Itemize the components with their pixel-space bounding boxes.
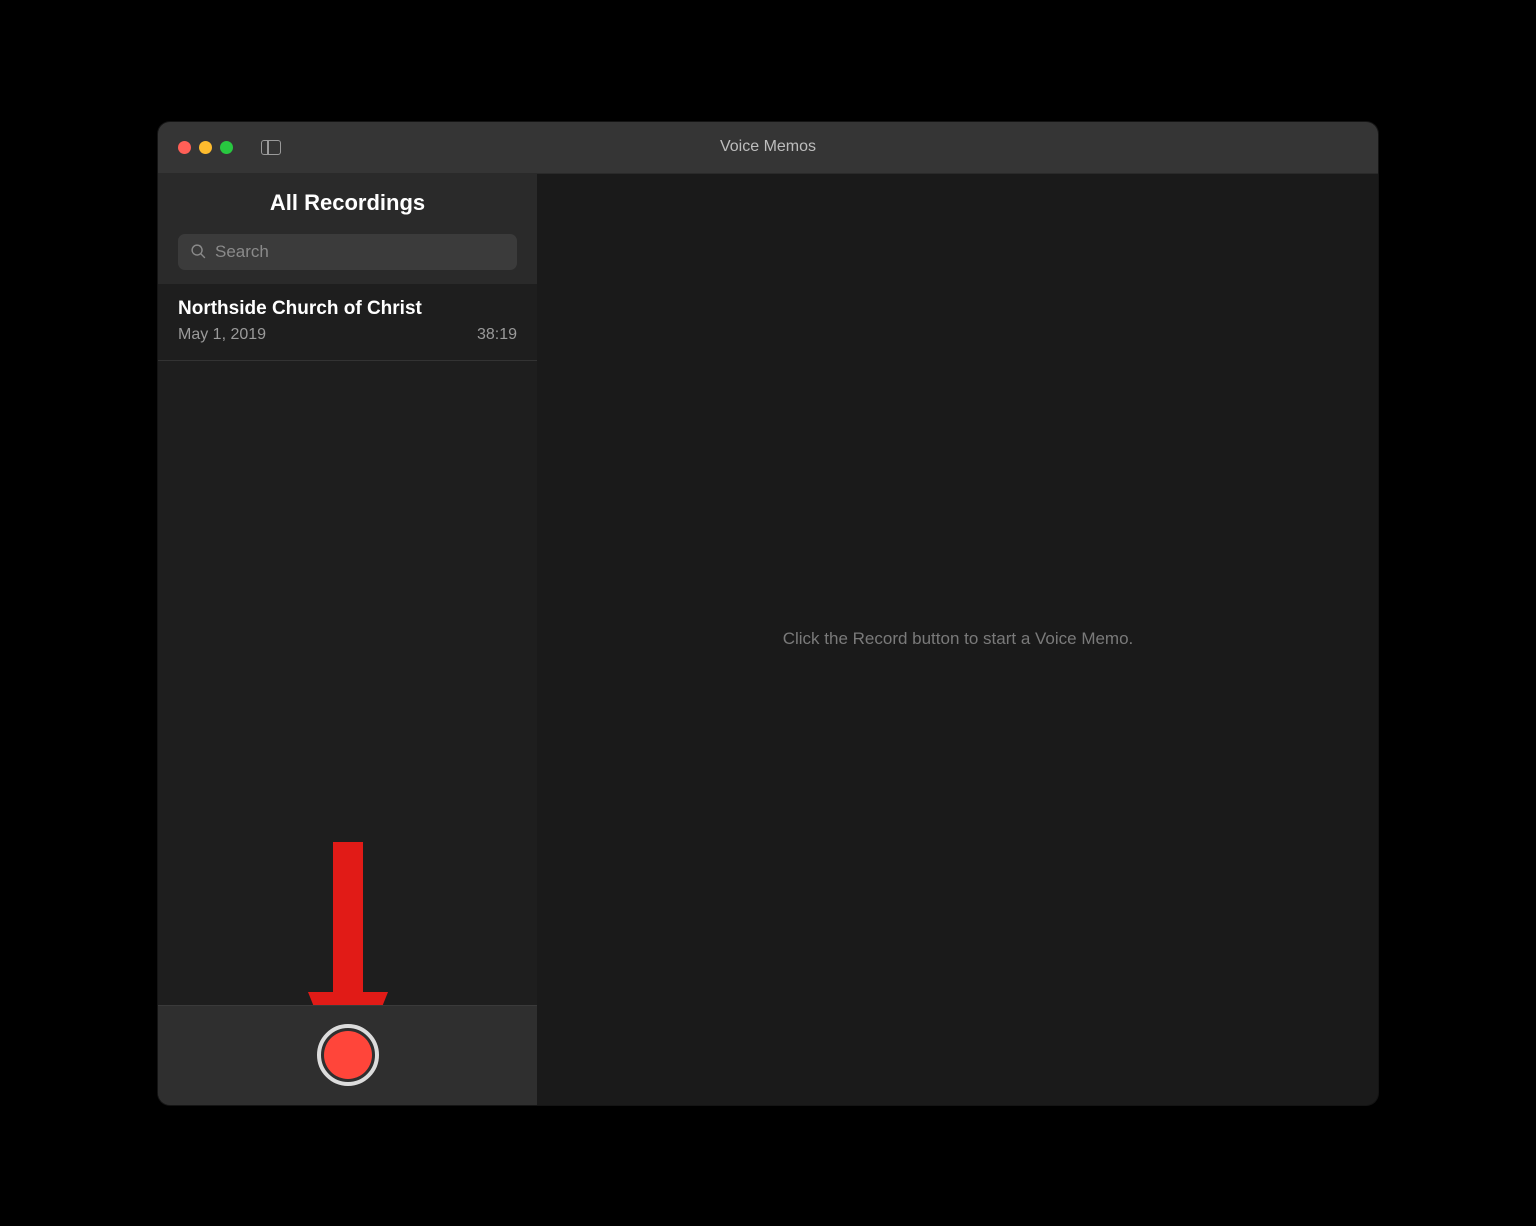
main-panel: Click the Record button to start a Voice… [538,174,1378,1105]
recording-item[interactable]: Northside Church of Christ May 1, 2019 3… [158,284,537,361]
recording-date: May 1, 2019 [178,326,266,344]
search-field[interactable] [178,234,517,270]
minimize-window-button[interactable] [199,141,212,154]
placeholder-text: Click the Record button to start a Voice… [783,629,1134,649]
search-icon [190,243,207,260]
sidebar-footer [158,1005,537,1105]
recording-title: Northside Church of Christ [178,298,517,320]
recording-meta: May 1, 2019 38:19 [178,326,517,344]
sidebar: All Recordings Northside Church of Chris… [158,174,538,1105]
close-window-button[interactable] [178,141,191,154]
sidebar-title: All Recordings [178,190,517,216]
window-title: Voice Memos [720,138,816,156]
voice-memos-window: Voice Memos All Recordings Northside Chu… [158,122,1378,1105]
sidebar-header: All Recordings [158,174,537,234]
content-area: All Recordings Northside Church of Chris… [158,174,1378,1105]
recordings-list[interactable]: Northside Church of Christ May 1, 2019 3… [158,284,537,1005]
record-button[interactable] [317,1024,379,1086]
record-icon [324,1031,372,1079]
recording-duration: 38:19 [477,326,517,344]
search-wrap [158,234,537,284]
zoom-window-button[interactable] [220,141,233,154]
traffic-lights [178,141,233,154]
search-input[interactable] [215,242,505,262]
annotation-arrow-icon [308,842,388,1005]
titlebar: Voice Memos [158,122,1378,174]
sidebar-toggle-icon[interactable] [261,140,281,155]
